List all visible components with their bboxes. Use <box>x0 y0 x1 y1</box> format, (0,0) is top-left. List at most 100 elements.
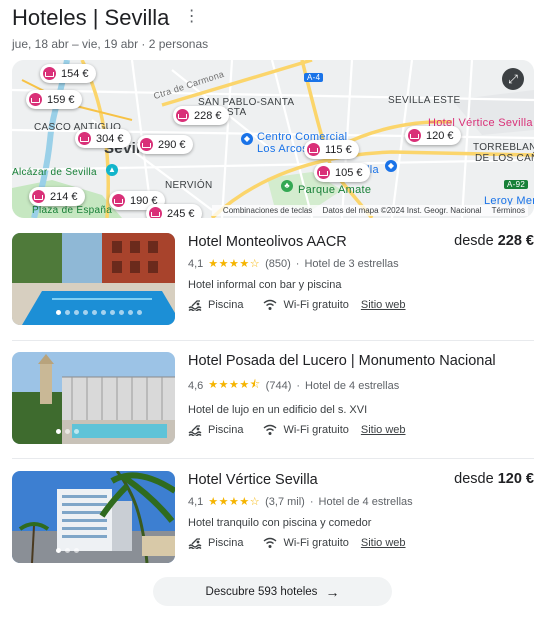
hotel-bed-icon <box>149 207 162 218</box>
review-count: (850) <box>265 257 291 270</box>
hotels-map[interactable]: Ctra de Carmona SAN PABLO-SANTA JUSTA A-… <box>12 60 534 218</box>
price-pin[interactable]: 304 € <box>75 129 131 148</box>
map-label-torreblanca: TORREBLANCA <box>473 142 534 153</box>
hotel-bed-icon <box>32 190 45 203</box>
hotel-bed-icon <box>317 166 330 179</box>
map-data-credit: Datos del mapa ©2024 Inst. Geogr. Nacion… <box>322 206 482 215</box>
terms-link[interactable]: Términos <box>492 206 525 215</box>
keyboard-shortcuts-link[interactable]: Combinaciones de teclas <box>223 206 312 215</box>
more-options-icon[interactable]: ⋮ <box>184 6 200 26</box>
price-pin[interactable]: 228 € <box>173 106 229 125</box>
landmark-icon: ▲ <box>106 164 118 176</box>
hotel-amenities: Piscina Wi-Fi gratuito Sitio web <box>188 424 534 436</box>
hotel-info: Hotel Vértice Sevilla desde 120 € 4,1 ★★… <box>188 471 534 549</box>
wifi-icon <box>264 299 277 310</box>
hotel-class: Hotel de 3 estrellas <box>304 257 399 270</box>
hotel-price: desde 120 € <box>454 471 534 487</box>
price-pin-selected[interactable]: 120 € <box>405 126 461 145</box>
hotel-photo[interactable] <box>12 233 175 325</box>
hotel-description: Hotel tranquilo con piscina y comedor <box>188 517 372 529</box>
map-attribution: Combinaciones de teclas Datos del mapa ©… <box>211 205 528 216</box>
search-dates-guests: jue, 18 abr – vie, 19 abr · 2 personas <box>12 37 209 51</box>
hotel-bed-icon <box>307 143 320 156</box>
results-header: Hoteles | Sevilla ⋮ jue, 18 abr – vie, 1… <box>12 4 542 54</box>
price-pin[interactable]: 290 € <box>137 135 193 154</box>
photo-carousel-dots[interactable] <box>56 310 142 315</box>
map-label-sevilla-este: SEVILLA ESTE <box>388 95 461 106</box>
price-pin[interactable]: 105 € <box>314 163 370 182</box>
hotel-class: Hotel de 4 estrellas <box>305 379 400 392</box>
hotel-rating: 4,6 ★★★★⯪ (744) · Hotel de 4 estrellas <box>188 376 534 395</box>
shopping-icon: ◆ <box>241 133 253 145</box>
map-label-a92: A-92 <box>504 180 529 189</box>
hotel-photo[interactable] <box>12 471 175 563</box>
hotel-amenities: Piscina Wi-Fi gratuito Sitio web <box>188 299 534 311</box>
hotel-class: Hotel de 4 estrellas <box>318 495 413 508</box>
price-pin[interactable]: 115 € <box>304 140 359 159</box>
hotel-description: Hotel de lujo en un edificio del s. XVI <box>188 404 368 416</box>
price-pin[interactable]: 214 € <box>29 187 85 206</box>
hotel-name[interactable]: Hotel Posada del Lucero | Monumento Naci… <box>188 352 534 370</box>
map-label-plaza-espana: Plaza de España <box>32 205 113 216</box>
discover-hotels-label: Descubre 593 hoteles <box>205 585 318 598</box>
divider <box>12 340 534 341</box>
amenity-pool: Piscina <box>208 299 244 311</box>
hotel-bed-icon <box>112 194 125 207</box>
website-link[interactable]: Sitio web <box>361 537 406 549</box>
map-label-parque-amate: Parque Amate <box>298 184 372 196</box>
hotel-bed-icon <box>140 138 153 151</box>
rating-value: 4,1 <box>188 495 204 508</box>
star-rating-icon: ★★★★☆ <box>208 258 261 270</box>
hotel-info: Hotel Posada del Lucero | Monumento Naci… <box>188 352 534 436</box>
hotel-card[interactable]: Hotel Posada del Lucero | Monumento Naci… <box>12 352 534 446</box>
divider <box>12 458 534 459</box>
wifi-icon <box>264 537 277 548</box>
hotel-info: Hotel Monteolivos AACR desde 228 € 4,1 ★… <box>188 233 534 311</box>
review-count: (3,7 mil) <box>265 495 305 508</box>
amenity-pool: Piscina <box>208 537 244 549</box>
pool-icon <box>188 300 202 311</box>
map-label-los-arcos: Los Arcos <box>257 143 309 155</box>
map-label-alcazar: Alcázar de Sevilla <box>12 167 97 178</box>
price-pin[interactable]: 245 € <box>146 204 202 218</box>
rating-value: 4,6 <box>188 379 204 392</box>
amenity-wifi: Wi-Fi gratuito <box>283 537 349 549</box>
amenity-wifi: Wi-Fi gratuito <box>283 299 349 311</box>
pool-icon <box>188 538 202 549</box>
page-title: Hoteles | Sevilla <box>12 5 170 30</box>
shopping-icon-2: ◆ <box>385 160 397 172</box>
price-pin[interactable]: 159 € <box>26 90 82 109</box>
website-link[interactable]: Sitio web <box>361 299 406 311</box>
star-rating-icon: ★★★★⯪ <box>208 379 261 391</box>
map-label-a4: A-4 <box>304 73 324 82</box>
hotel-price: desde 228 € <box>454 233 534 249</box>
hotel-amenities: Piscina Wi-Fi gratuito Sitio web <box>188 537 534 549</box>
park-icon: ♣ <box>281 180 293 192</box>
hotel-bed-icon <box>43 67 56 80</box>
hotel-bed-icon <box>78 132 91 145</box>
wifi-icon <box>264 424 277 435</box>
hotel-photo[interactable] <box>12 352 175 444</box>
rating-value: 4,1 <box>188 257 204 270</box>
amenity-wifi: Wi-Fi gratuito <box>283 424 349 436</box>
hotel-card[interactable]: Hotel Vértice Sevilla desde 120 € 4,1 ★★… <box>12 471 534 565</box>
hotel-bed-icon <box>29 93 42 106</box>
map-label-de-los-canos: DE LOS CAÑ <box>475 153 534 164</box>
hotel-bed-icon <box>176 109 189 122</box>
hotel-rating: 4,1 ★★★★☆ (850) · Hotel de 3 estrellas <box>188 257 399 271</box>
hotel-photo-image <box>12 471 175 563</box>
review-count: (744) <box>265 379 292 392</box>
website-link[interactable]: Sitio web <box>361 424 406 436</box>
hotel-description: Hotel informal con bar y piscina <box>188 279 342 291</box>
photo-carousel-dots[interactable] <box>56 429 79 434</box>
hotel-bed-icon <box>408 129 421 142</box>
arrow-right-icon: → <box>325 583 340 600</box>
photo-carousel-dots[interactable] <box>56 548 79 553</box>
expand-map-icon[interactable]: ⤢ <box>502 68 524 90</box>
pool-icon <box>188 425 202 436</box>
price-pin[interactable]: 154 € <box>40 64 96 83</box>
map-label-nervion: NERVIÓN <box>165 180 213 191</box>
hotel-card[interactable]: Hotel Monteolivos AACR desde 228 € 4,1 ★… <box>12 233 534 327</box>
amenity-pool: Piscina <box>208 424 244 436</box>
discover-hotels-button[interactable]: Descubre 593 hoteles → <box>153 577 392 606</box>
